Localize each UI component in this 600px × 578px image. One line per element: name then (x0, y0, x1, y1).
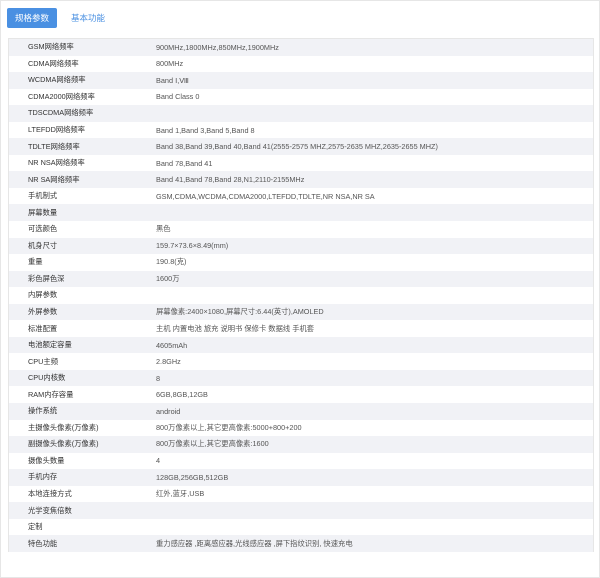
spec-key: 手机内存 (28, 472, 58, 482)
spec-key: CDMA2000网络频率 (28, 91, 95, 101)
spec-key: 电池额定容量 (28, 340, 72, 350)
spec-value: 4605mAh (156, 340, 188, 350)
spec-row: 本地连接方式 红外,蓝牙,USB (9, 485, 593, 503)
spec-key: CDMA网络频率 (28, 58, 79, 68)
spec-value: 128GB,256GB,512GB (156, 472, 229, 482)
spec-key: 屏幕数量 (28, 207, 58, 217)
spec-key: 手机制式 (28, 191, 58, 201)
spec-row: 操作系统 android (9, 403, 593, 420)
spec-key: 内屏参数 (28, 290, 58, 300)
spec-key: WCDMA网络频率 (28, 75, 86, 85)
spec-key: LTEFDD网络频率 (28, 125, 86, 134)
spec-key: 主摄像头像素(万像素) (28, 422, 99, 432)
spec-row: 主摄像头像素(万像素) 800万像素以上,其它更高像素:5000+800+200 (9, 419, 593, 437)
spec-row: CDMA2000网络频率 Band Class 0 (9, 88, 593, 106)
spec-key: 特色功能 (28, 538, 58, 548)
spec-key: RAM内存容量 (28, 389, 74, 399)
spec-key: 操作系统 (28, 406, 58, 416)
spec-key: 机身尺寸 (28, 240, 58, 250)
spec-row: NR NSA网络频率 Band 78,Band 41 (9, 154, 593, 172)
tab-basic-functions[interactable]: 基本功能 (63, 8, 113, 28)
spec-value: 黑色 (156, 224, 171, 234)
spec-key: 标准配置 (28, 323, 58, 333)
spec-row: 彩色屏色深 1600万 (9, 270, 593, 288)
spec-row: CPU主频 2.8GHz (9, 353, 593, 370)
spec-row: 摄像头数量 4 (9, 452, 593, 470)
spec-value: Band Ⅰ,Ⅷ (156, 75, 189, 85)
spec-key: 彩色屏色深 (28, 273, 65, 283)
spec-row: 标准配置 主机 内置电池 旅充 说明书 保修卡 数据线 手机套 (9, 320, 593, 337)
spec-key: CPU内核数 (28, 373, 66, 383)
spec-value: 6GB,8GB,12GB (156, 390, 208, 400)
spec-value: 900MHz,1800MHz,850MHz,1900MHz (156, 42, 279, 52)
spec-value: Band Class 0 (156, 92, 200, 102)
spec-key: 定制 (28, 522, 43, 532)
spec-key: 副摄像头像素(万像素) (28, 439, 99, 449)
spec-value: 800万像素以上,其它更高像素:5000+800+200 (156, 422, 302, 432)
spec-row: RAM内存容量 6GB,8GB,12GB (9, 386, 593, 404)
spec-value: 800MHz (156, 59, 184, 69)
spec-row: 可选颜色 黑色 (9, 221, 593, 238)
spec-row: 副摄像头像素(万像素) 800万像素以上,其它更高像素:1600 (9, 436, 593, 453)
spec-panel: 规格参数 基本功能 GSM网络频率 900MHz,1800MHz,850MHz,1… (0, 0, 600, 578)
spec-row: 机身尺寸 159.7×73.6×8.49(mm) (9, 237, 593, 255)
spec-row: GSM网络频率 900MHz,1800MHz,850MHz,1900MHz (9, 39, 593, 56)
spec-row: 手机内存 128GB,256GB,512GB (9, 469, 593, 486)
spec-key: NR NSA网络频率 (28, 158, 85, 168)
spec-value: 4 (156, 456, 161, 466)
spec-row: 手机制式 GSM,CDMA,WCDMA,CDMA2000,LTEFDD,TDLTE… (9, 187, 593, 205)
spec-value: android (156, 406, 181, 416)
spec-row: 内屏参数 (9, 287, 593, 304)
spec-value: 重力感应器 ,距离感应器,光线感应器 ,屏下指纹识别, 快速充电 (156, 538, 353, 548)
tab-specs[interactable]: 规格参数 (7, 8, 58, 28)
spec-value: 红外,蓝牙,USB (156, 489, 205, 499)
spec-row: TDLTE网络频率 Band 38,Band 39,Band 40,Band 41… (9, 138, 593, 155)
spec-value: GSM,CDMA,WCDMA,CDMA2000,LTEFDD,TDLTE,NR … (156, 191, 375, 201)
spec-value: Band 41,Band 78,Band 28,N1,2110-2155MHz (156, 175, 305, 185)
spec-row: 电池额定容量 4605mAh (9, 336, 593, 354)
spec-key: TDLTE网络频率 (28, 141, 80, 151)
spec-key: NR SA网络频率 (28, 174, 80, 184)
spec-key: 本地连接方式 (28, 489, 72, 499)
spec-key: 可选颜色 (28, 224, 58, 234)
spec-row: 屏幕数量 (9, 204, 593, 222)
spec-row: 重量 190.8(克) (9, 254, 593, 271)
spec-value: 2.8GHz (156, 357, 181, 367)
spec-value: 1600万 (156, 273, 180, 283)
spec-value: 主机 内置电池 旅充 说明书 保修卡 数据线 手机套 (156, 323, 315, 333)
spec-value: 800万像素以上,其它更高像素:1600 (156, 439, 269, 449)
spec-value: 190.8(克) (156, 257, 187, 267)
spec-row: 外屏参数 屏幕像素:2400×1080,屏幕尺寸:6.44(英寸),AMOLED (9, 303, 593, 321)
spec-row: NR SA网络频率 Band 41,Band 78,Band 28,N1,2110… (9, 171, 593, 188)
spec-row: WCDMA网络频率 Band Ⅰ,Ⅷ (9, 72, 593, 89)
spec-row: TDSCDMA网络频率 (9, 105, 593, 122)
spec-value: Band 78,Band 41 (156, 158, 213, 168)
spec-key: 外屏参数 (28, 307, 58, 317)
spec-row: CDMA网络频率 800MHz (9, 55, 593, 73)
spec-table: GSM网络频率 900MHz,1800MHz,850MHz,1900MHz CDMA… (8, 38, 594, 552)
spec-value: 屏幕像素:2400×1080,屏幕尺寸:6.44(英寸),AMOLED (156, 307, 324, 317)
spec-key: GSM网络频率 (28, 42, 74, 52)
spec-key: CPU主频 (28, 356, 58, 366)
spec-value: 8 (156, 373, 161, 383)
spec-value: 159.7×73.6×8.49(mm) (156, 241, 229, 251)
spec-row: CPU内核数 8 (9, 369, 593, 387)
spec-row: 光学变焦倍数 (9, 502, 593, 519)
spec-row: LTEFDD网络频率 Band 1,Band 3,Band 5,Band 8 (9, 121, 593, 139)
spec-key: 重量 (28, 257, 43, 267)
spec-row: 定制 (9, 518, 593, 536)
tab-bar: 规格参数 基本功能 (7, 7, 113, 29)
spec-value: Band 1,Band 3,Band 5,Band 8 (156, 125, 255, 135)
spec-row: 特色功能 重力感应器 ,距离感应器,光线感应器 ,屏下指纹识别, 快速充电 (9, 535, 593, 552)
spec-key: 光学变焦倍数 (28, 505, 72, 515)
spec-value: Band 38,Band 39,Band 40,Band 41(2555-257… (156, 142, 438, 152)
spec-key: TDSCDMA网络频率 (28, 108, 94, 118)
spec-key: 摄像头数量 (28, 455, 65, 465)
